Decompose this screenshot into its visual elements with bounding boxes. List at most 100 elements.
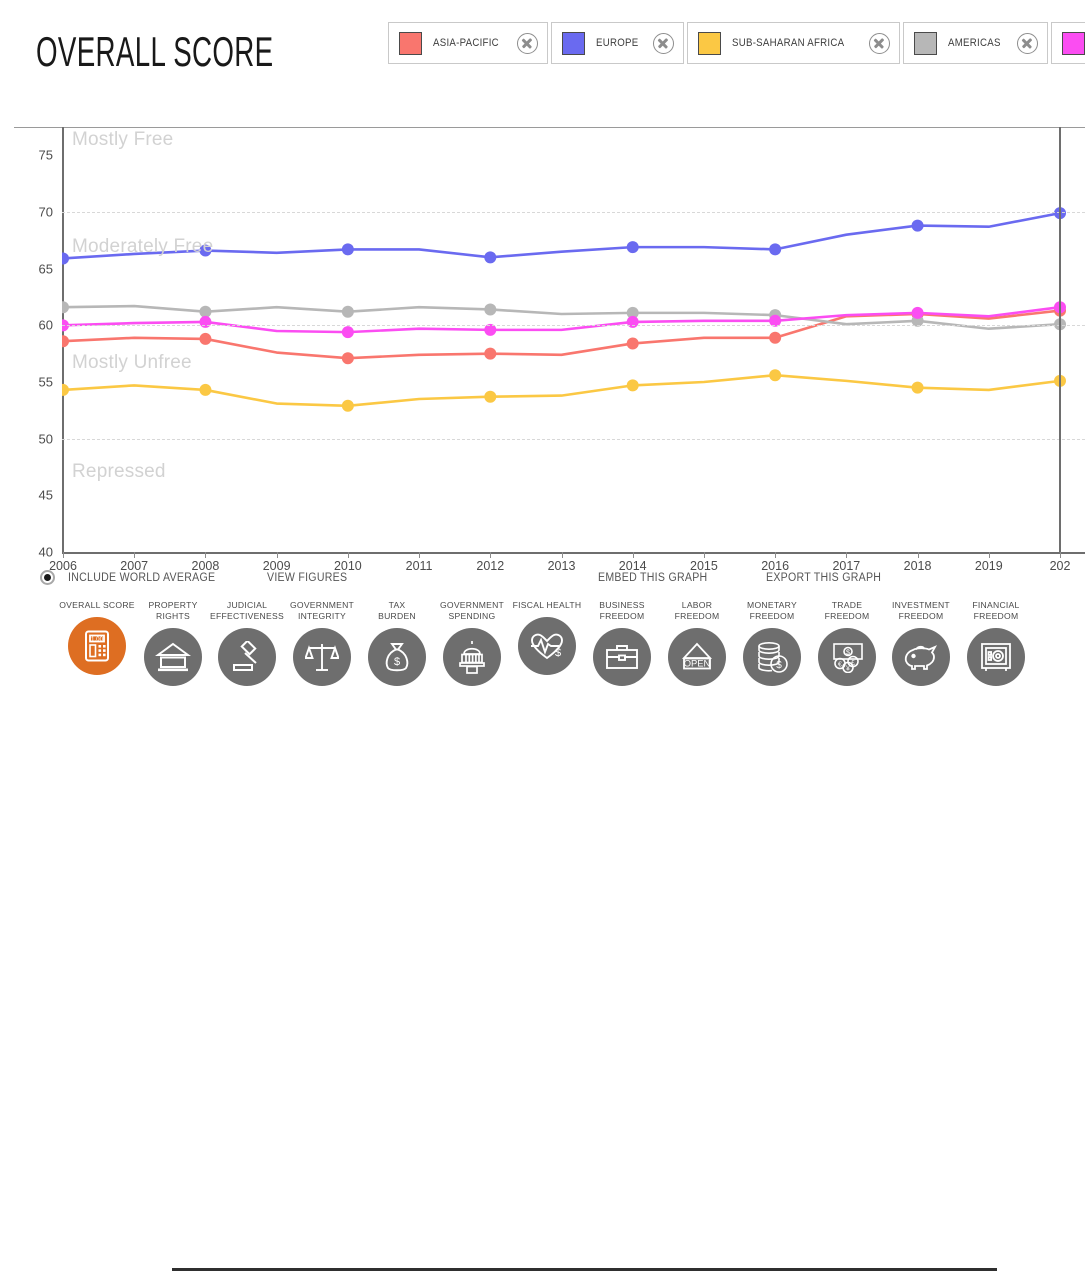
data-point[interactable] <box>769 369 782 382</box>
x-axis-tickmark <box>561 552 563 558</box>
year-cursor-line <box>1059 127 1061 552</box>
page-title: OVERALL SCORE <box>36 28 274 75</box>
data-point[interactable] <box>769 331 782 344</box>
safe-vault-icon[interactable] <box>967 628 1025 686</box>
close-circle-icon[interactable] <box>653 32 675 54</box>
open-sign-icon[interactable]: OPEN <box>668 628 726 686</box>
svg-text:¥: ¥ <box>846 666 850 673</box>
data-point[interactable] <box>484 251 497 264</box>
data-point[interactable] <box>341 352 354 365</box>
close-circle-icon[interactable] <box>1016 32 1038 54</box>
x-axis-tickmark <box>917 552 919 558</box>
include-world-average-label[interactable]: INCLUDE WORLD AVERAGE <box>68 572 215 584</box>
x-axis-tickmark <box>347 552 349 558</box>
data-point[interactable] <box>484 390 497 403</box>
x-axis-tickmark <box>419 552 421 558</box>
briefcase-icon[interactable] <box>593 628 651 686</box>
legend-item-world[interactable]: WORLD <box>1050 22 1085 64</box>
gridline <box>62 212 1085 213</box>
chart-controls: INCLUDE WORLD AVERAGE VIEW FIGURES EMBED… <box>0 566 1085 594</box>
legend-label: EUROPE <box>595 37 639 49</box>
y-axis-tick: 70 <box>38 204 53 220</box>
gridline <box>62 325 1085 327</box>
y-axis-tick: 50 <box>38 431 53 447</box>
bank-building-icon[interactable] <box>144 628 202 686</box>
data-point[interactable] <box>626 379 639 392</box>
legend-item-europe[interactable]: EUROPE <box>550 22 685 64</box>
legend-swatch <box>399 31 422 55</box>
close-circle-icon[interactable] <box>868 32 890 54</box>
data-point[interactable] <box>626 337 639 350</box>
legend-swatch <box>913 31 937 55</box>
calculator-icon[interactable]: 1.00 <box>68 617 126 675</box>
data-point[interactable] <box>911 381 924 394</box>
heart-pulse-icon[interactable]: $ <box>518 617 576 675</box>
svg-text:1.00: 1.00 <box>91 636 104 643</box>
close-circle-icon[interactable] <box>516 32 538 54</box>
chart-series-svg <box>62 207 1066 412</box>
data-point[interactable] <box>341 326 354 339</box>
data-point[interactable] <box>341 399 354 412</box>
data-point[interactable] <box>484 303 497 316</box>
rail-item-financial-freedom[interactable]: FINANCIAL FREEDOM <box>948 600 1044 686</box>
data-point[interactable] <box>341 305 354 318</box>
svg-text:€: € <box>838 662 842 669</box>
scales-icon[interactable] <box>293 628 351 686</box>
data-point[interactable] <box>626 241 639 254</box>
svg-text:$: $ <box>555 647 561 659</box>
data-point[interactable] <box>769 243 782 256</box>
y-axis-tick: 45 <box>38 487 53 503</box>
legend-item-americas[interactable]: AMERICAS <box>902 22 1048 64</box>
banknote-icon[interactable]: $ £ € ¥ <box>818 628 876 686</box>
svg-text:$: $ <box>394 656 400 668</box>
y-axis-tick: 40 <box>38 544 53 560</box>
y-axis-tick: 60 <box>38 317 53 333</box>
data-point[interactable] <box>62 301 69 314</box>
legend-label: ASIA-PACIFIC <box>433 37 499 49</box>
x-axis-tickmark <box>490 552 492 558</box>
plot-area: Mostly Free Moderately Free Mostly Unfree R… <box>62 127 1085 552</box>
view-figures-button[interactable]: VIEW FIGURES <box>267 572 347 584</box>
legend-swatch <box>698 31 722 55</box>
zone-label: Moderately Free <box>72 236 214 258</box>
coin-stack-icon[interactable]: $ <box>743 628 801 686</box>
data-point[interactable] <box>911 219 924 232</box>
gridline <box>62 438 1085 440</box>
x-axis-tickmark <box>846 552 848 558</box>
embed-graph-button[interactable]: EMBED THIS GRAPH <box>598 572 707 584</box>
y-axis-tick: 55 <box>38 374 53 390</box>
x-axis-tickmark <box>632 552 634 558</box>
legend-item-sub-saharan-africa[interactable]: SUB-SAHARAN AFRICA <box>687 22 900 64</box>
data-point[interactable] <box>62 252 69 265</box>
money-bag-icon[interactable]: $ <box>368 628 426 686</box>
gavel-icon[interactable] <box>218 628 276 686</box>
x-axis-tickmark <box>276 552 278 558</box>
x-axis-tickmark <box>703 552 705 558</box>
zone-label: Mostly Unfree <box>72 351 192 373</box>
svg-text:£: £ <box>851 660 855 667</box>
include-world-average-radio[interactable] <box>40 570 55 585</box>
rail-item-label: FINANCIAL FREEDOM <box>972 600 1020 621</box>
legend-label: SUB-SAHARAN AFRICA <box>732 37 845 49</box>
zone-label: Mostly Free <box>72 128 174 150</box>
data-point[interactable] <box>62 383 69 396</box>
data-point[interactable] <box>911 306 924 319</box>
x-axis-tickmark <box>1060 552 1061 558</box>
export-graph-button[interactable]: EXPORT THIS GRAPH <box>766 572 881 584</box>
data-point[interactable] <box>199 383 212 396</box>
x-axis-tickmark <box>988 552 990 558</box>
svg-text:OPEN: OPEN <box>684 657 711 668</box>
chart-region: Mostly Free Moderately Free Mostly Unfree R… <box>0 112 1085 573</box>
x-axis-tickmark <box>775 552 777 558</box>
x-axis-tickmark <box>205 552 207 558</box>
capitol-dome-icon[interactable] <box>443 628 501 686</box>
piggy-bank-icon[interactable] <box>892 628 950 686</box>
header: OVERALL SCORE ASIA-PACIFIC EUROPE SUB-SAHA… <box>0 0 1085 110</box>
data-point[interactable] <box>341 243 354 256</box>
data-point[interactable] <box>62 335 69 348</box>
data-point[interactable] <box>199 332 212 345</box>
legend-item-asia-pacific[interactable]: ASIA-PACIFIC <box>388 22 548 64</box>
x-axis-tickmark <box>134 552 136 558</box>
data-point[interactable] <box>484 347 497 360</box>
y-axis-tick: 65 <box>38 261 53 277</box>
